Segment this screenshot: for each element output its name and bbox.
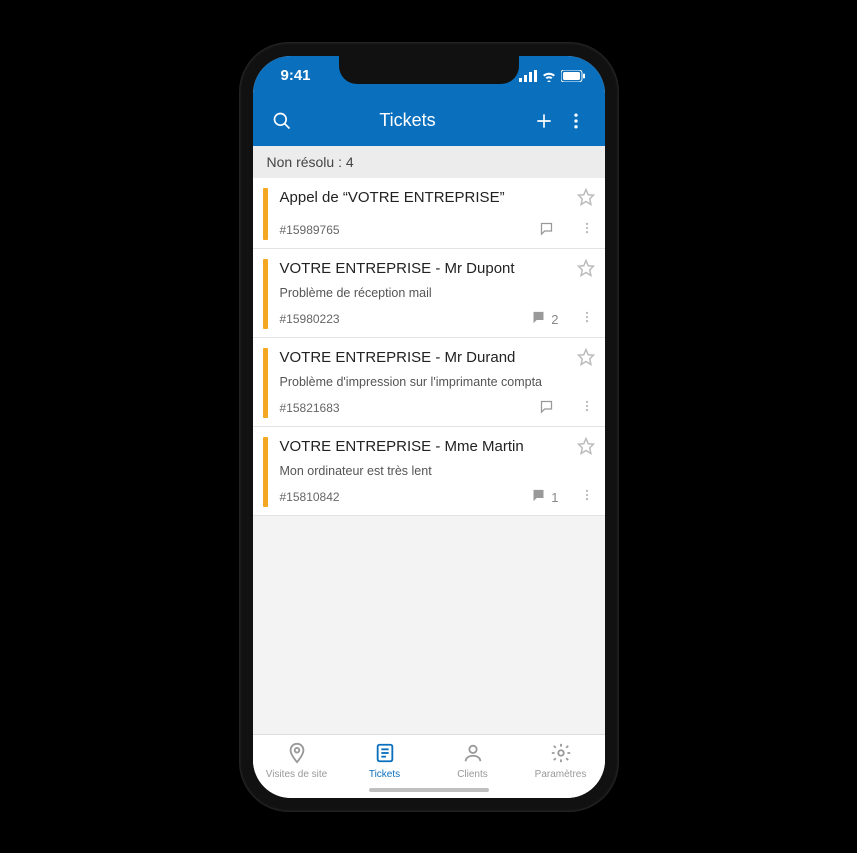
ticket-body: VOTRE ENTREPRISE - Mr Durand Problème d'…	[280, 348, 595, 418]
nav-label: Visites de site	[266, 769, 328, 780]
ticket-subtitle: Problème de réception mail	[280, 286, 595, 300]
comment-icon	[531, 488, 546, 506]
ticket-id: #15989765	[280, 223, 509, 237]
ticket-list[interactable]: Appel de “VOTRE ENTREPRISE” #15989765 VO…	[253, 178, 605, 734]
row-more-button[interactable]	[579, 399, 595, 418]
battery-icon	[561, 70, 585, 82]
ticket-id: #15810842	[280, 490, 509, 504]
ticket-id: #15821683	[280, 401, 509, 415]
nav-icon	[550, 742, 572, 767]
home-indicator	[369, 788, 489, 792]
phone-notch	[339, 56, 519, 84]
ticket-row[interactable]: Appel de “VOTRE ENTREPRISE” #15989765	[253, 178, 605, 249]
status-indicators	[519, 70, 585, 82]
comment-icon	[531, 310, 546, 328]
add-button[interactable]	[533, 110, 555, 132]
cellular-icon	[519, 70, 537, 82]
row-more-button[interactable]	[579, 310, 595, 329]
search-icon	[272, 111, 292, 131]
ticket-row[interactable]: VOTRE ENTREPRISE - Mr Dupont Problème de…	[253, 249, 605, 338]
row-more-button[interactable]	[579, 488, 595, 507]
plus-icon	[534, 111, 554, 131]
favorite-button[interactable]	[577, 259, 595, 282]
search-button[interactable]	[271, 110, 293, 132]
comments-button[interactable]	[519, 221, 559, 239]
phone-frame: 9:41 Tickets Non résolu : 4	[239, 42, 619, 812]
ticket-subtitle: Mon ordinateur est très lent	[280, 464, 595, 478]
ticket-title: VOTRE ENTREPRISE - Mr Durand	[280, 348, 577, 368]
priority-bar	[263, 188, 268, 240]
comment-count: 2	[551, 312, 558, 327]
nav-label: Paramètres	[535, 769, 587, 780]
ticket-body: Appel de “VOTRE ENTREPRISE” #15989765	[280, 188, 595, 240]
nav-icon	[286, 742, 308, 767]
row-more-button[interactable]	[579, 221, 595, 240]
nav-item-clients[interactable]: Clients	[429, 742, 517, 780]
status-time: 9:41	[281, 67, 311, 84]
header-title: Tickets	[293, 110, 523, 131]
comment-count: 1	[551, 490, 558, 505]
nav-icon	[462, 742, 484, 767]
comments-button[interactable]: 2	[519, 310, 559, 328]
wifi-icon	[541, 70, 557, 82]
favorite-button[interactable]	[577, 348, 595, 371]
comments-button[interactable]: 1	[519, 488, 559, 506]
ticket-body: VOTRE ENTREPRISE - Mr Dupont Problème de…	[280, 259, 595, 329]
favorite-button[interactable]	[577, 188, 595, 211]
favorite-button[interactable]	[577, 437, 595, 460]
header-more-button[interactable]	[565, 110, 587, 132]
more-vertical-icon	[566, 111, 586, 131]
comments-button[interactable]	[519, 399, 559, 417]
app-header: Tickets	[253, 96, 605, 146]
filter-bar[interactable]: Non résolu : 4	[253, 146, 605, 178]
nav-item-visites-de-site[interactable]: Visites de site	[253, 742, 341, 780]
ticket-title: VOTRE ENTREPRISE - Mme Martin	[280, 437, 577, 457]
priority-bar	[263, 437, 268, 507]
filter-label: Non résolu : 4	[267, 154, 354, 170]
nav-icon	[374, 742, 396, 767]
ticket-title: VOTRE ENTREPRISE - Mr Dupont	[280, 259, 577, 279]
comment-icon	[539, 221, 554, 239]
nav-item-paramètres[interactable]: Paramètres	[517, 742, 605, 780]
nav-label: Clients	[457, 769, 488, 780]
ticket-title: Appel de “VOTRE ENTREPRISE”	[280, 188, 577, 208]
priority-bar	[263, 259, 268, 329]
phone-screen: 9:41 Tickets Non résolu : 4	[253, 56, 605, 798]
ticket-subtitle: Problème d'impression sur l'imprimante c…	[280, 375, 595, 389]
ticket-row[interactable]: VOTRE ENTREPRISE - Mr Durand Problème d'…	[253, 338, 605, 427]
nav-label: Tickets	[369, 769, 400, 780]
comment-icon	[539, 399, 554, 417]
ticket-row[interactable]: VOTRE ENTREPRISE - Mme Martin Mon ordina…	[253, 427, 605, 516]
priority-bar	[263, 348, 268, 418]
ticket-id: #15980223	[280, 312, 509, 326]
nav-item-tickets[interactable]: Tickets	[341, 742, 429, 780]
ticket-body: VOTRE ENTREPRISE - Mme Martin Mon ordina…	[280, 437, 595, 507]
